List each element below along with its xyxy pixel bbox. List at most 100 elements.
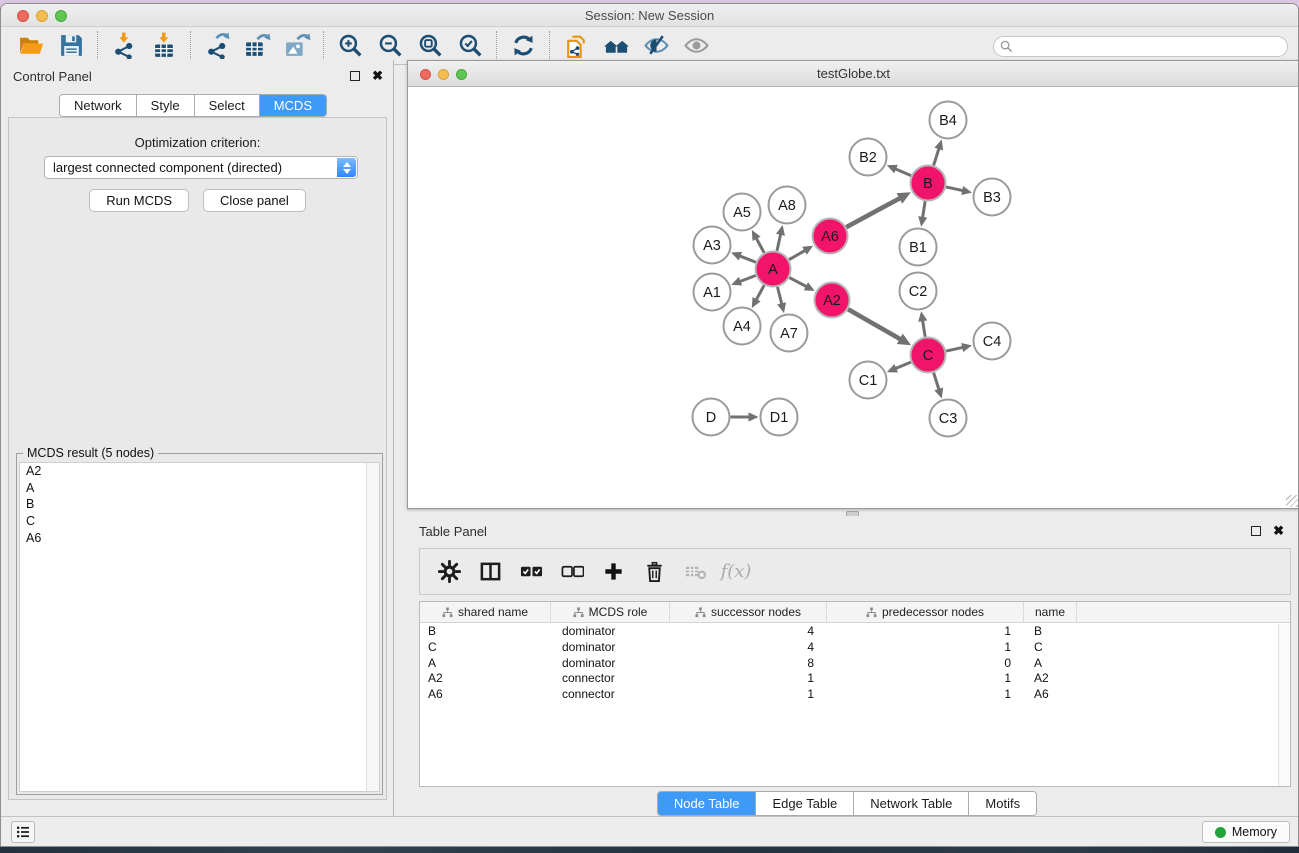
result-scrollbar[interactable] [366,463,379,791]
float-table-panel-icon[interactable] [1251,526,1261,536]
graph-edge-A-A2[interactable] [789,278,806,287]
table-cell[interactable]: 1 [827,670,1024,686]
graph-node-D[interactable]: D [693,399,730,436]
delete-table-button[interactable] [682,559,708,585]
mcds-result-item[interactable]: B [20,496,379,513]
table-cell[interactable]: 8 [670,655,827,671]
export-image-button[interactable] [277,30,317,62]
column-header-mcds-role[interactable]: MCDS role [551,602,670,622]
table-row[interactable]: A6connector11A6 [420,686,1290,702]
mcds-result-item[interactable]: A2 [20,463,379,480]
graph-node-B1[interactable]: B1 [900,229,937,266]
select-all-columns-button[interactable] [518,559,544,585]
table-cell[interactable]: 1 [670,686,827,702]
table-cell[interactable]: dominator [551,623,670,639]
first-neighbors-button[interactable] [596,30,636,62]
show-column-panel-button[interactable] [477,559,503,585]
graph-edge-A-A6[interactable] [789,250,805,259]
table-cell[interactable]: A [420,655,551,671]
graph-node-C1[interactable]: C1 [850,362,887,399]
export-network-button[interactable] [197,30,237,62]
graph-node-D1[interactable]: D1 [761,399,798,436]
table-tab-motifs[interactable]: Motifs [969,792,1036,815]
graph-node-A4[interactable]: A4 [724,308,761,345]
graph-node-B3[interactable]: B3 [974,179,1011,216]
graph-edge-A2-C[interactable] [848,309,901,339]
graph-edge-A-A3[interactable] [739,256,755,262]
mcds-result-item[interactable]: A6 [20,529,379,546]
task-history-button[interactable] [11,821,35,843]
column-header-name[interactable]: name [1024,602,1077,622]
open-session-button[interactable] [11,30,51,62]
graph-edge-A-A5[interactable] [756,238,764,253]
table-cell[interactable]: 1 [827,639,1024,655]
table-row[interactable]: Adominator80A [420,655,1290,671]
table-cell[interactable]: A2 [420,670,551,686]
table-cell[interactable]: 4 [670,623,827,639]
table-cell[interactable]: A6 [1024,686,1077,702]
graph-node-C[interactable]: C [911,338,946,373]
delete-column-button[interactable] [641,559,667,585]
graph-node-B2[interactable]: B2 [850,139,887,176]
table-cell[interactable]: B [1024,623,1077,639]
float-panel-icon[interactable] [350,71,360,81]
hide-selected-button[interactable] [636,30,676,62]
table-cell[interactable]: A [1024,655,1077,671]
graph-edge-B-B1[interactable] [923,201,926,218]
zoom-out-button[interactable] [370,30,410,62]
deselect-all-columns-button[interactable] [559,559,585,585]
table-settings-button[interactable] [436,559,462,585]
resize-grip-icon[interactable] [1286,495,1298,507]
show-all-button[interactable] [676,30,716,62]
control-tab-select[interactable]: Select [195,95,260,116]
graph-edge-B-B2[interactable] [895,169,911,176]
table-cell[interactable]: dominator [551,639,670,655]
table-cell[interactable]: C [1024,639,1077,655]
control-tab-style[interactable]: Style [137,95,195,116]
graph-edge-A6-B[interactable] [846,198,900,227]
graph-edge-B-B4[interactable] [934,148,939,165]
close-table-panel-icon[interactable]: ✖ [1273,526,1284,536]
create-column-button[interactable] [600,559,626,585]
network-canvas[interactable]: B4B2BB3A5A8A6B1A3AC2A1A2A4A7C4CC1C3DD1 [408,87,1299,508]
control-tab-network[interactable]: Network [60,95,137,116]
zoom-selected-button[interactable] [450,30,490,62]
table-tab-node-table[interactable]: Node Table [658,792,757,815]
import-network-button[interactable] [104,30,144,62]
table-row[interactable]: Cdominator41C [420,639,1290,655]
table-cell[interactable]: A6 [420,686,551,702]
table-cell[interactable]: 4 [670,639,827,655]
table-cell[interactable]: 1 [670,670,827,686]
graph-node-A7[interactable]: A7 [771,315,808,352]
graph-node-A1[interactable]: A1 [694,274,731,311]
graph-node-A3[interactable]: A3 [694,227,731,264]
graph-edge-A-A7[interactable] [777,287,781,304]
table-cell[interactable]: dominator [551,655,670,671]
network-from-selection-button[interactable] [556,30,596,62]
graph-edge-A-A4[interactable] [756,285,764,300]
function-builder-button[interactable]: f(x) [723,559,749,585]
graph-node-A2[interactable]: A2 [815,283,850,318]
graph-edge-C-C2[interactable] [923,320,926,337]
table-row[interactable]: Bdominator41B [420,623,1290,639]
table-scrollbar[interactable] [1278,624,1290,786]
refresh-layout-button[interactable] [503,30,543,62]
graph-edge-A-A8[interactable] [777,234,781,251]
graph-node-A[interactable]: A [756,252,791,287]
table-cell[interactable]: connector [551,686,670,702]
table-tab-edge-table[interactable]: Edge Table [756,792,854,815]
graph-node-B4[interactable]: B4 [930,102,967,139]
zoom-fit-button[interactable] [410,30,450,62]
mcds-result-item[interactable]: C [20,513,379,530]
graph-edge-C-C3[interactable] [934,373,939,390]
import-table-button[interactable] [144,30,184,62]
zoom-in-button[interactable] [330,30,370,62]
column-header-shared-name[interactable]: shared name [420,602,551,622]
graph-edge-A-A1[interactable] [740,276,756,282]
graph-node-C3[interactable]: C3 [930,400,967,437]
export-table-button[interactable] [237,30,277,62]
control-tab-mcds[interactable]: MCDS [260,95,326,116]
graph-node-A8[interactable]: A8 [769,187,806,224]
graph-node-C2[interactable]: C2 [900,273,937,310]
table-row[interactable]: A2connector11A2 [420,670,1290,686]
